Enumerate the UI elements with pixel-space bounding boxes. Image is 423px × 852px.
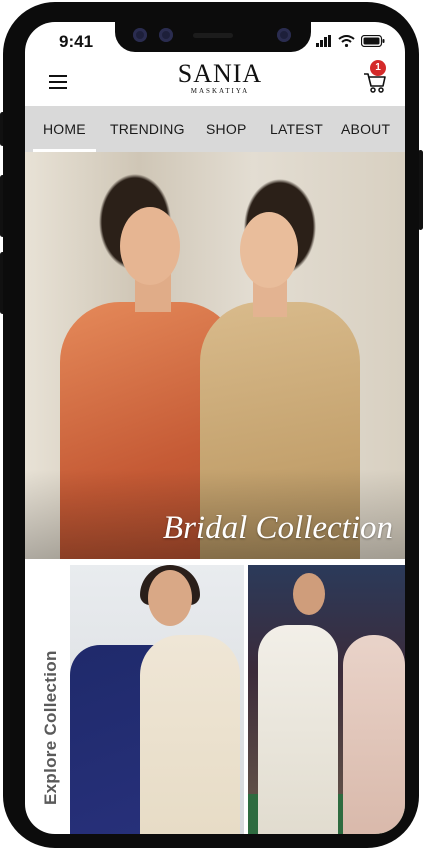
- status-time: 9:41: [59, 32, 94, 51]
- main-nav: HOME TRENDING SHOP LATEST ABOUT: [25, 106, 405, 152]
- hero-model-face: [240, 212, 298, 288]
- hero-model-face: [120, 207, 180, 285]
- brand-name: SANIA: [177, 59, 263, 88]
- hero-banner[interactable]: Bridal Collection: [25, 152, 405, 559]
- signal-icon: [316, 35, 331, 47]
- cart-count-badge: 1: [370, 60, 386, 76]
- nav-item-home[interactable]: HOME: [43, 106, 86, 152]
- speaker-grille: [193, 33, 233, 38]
- explore-collection-label[interactable]: Explore Collection: [41, 650, 61, 805]
- status-icons: [316, 35, 385, 47]
- battery-icon: [361, 35, 385, 47]
- wifi-icon: [338, 35, 355, 47]
- app-screen: 9:41 SANIA MASKATIYA 1 HOME TRENDING SHO…: [25, 22, 405, 834]
- collection-tile[interactable]: [248, 565, 405, 834]
- brand-logo[interactable]: SANIA MASKATIYA: [175, 59, 265, 96]
- camera-icon: [133, 28, 147, 42]
- camera-icon: [159, 28, 173, 42]
- hero-caption: Bridal Collection: [162, 510, 393, 546]
- nav-item-shop[interactable]: SHOP: [206, 106, 246, 152]
- tile-image-face: [293, 573, 325, 615]
- hamburger-icon[interactable]: [49, 75, 67, 89]
- tile-image-bride: [343, 635, 405, 834]
- tile-image-dress: [140, 635, 240, 834]
- brand-subtitle: MASKATIYA: [190, 87, 250, 95]
- tile-image-groom: [258, 625, 338, 834]
- phone-frame: 9:41 SANIA MASKATIYA 1 HOME TRENDING SHO…: [3, 2, 419, 848]
- notch: [115, 20, 311, 52]
- collection-tile[interactable]: [70, 565, 244, 834]
- camera-icon: [277, 28, 291, 42]
- nav-item-trending[interactable]: TRENDING: [110, 106, 185, 152]
- nav-item-about[interactable]: ABOUT: [341, 106, 390, 152]
- tile-image-face: [148, 570, 192, 626]
- nav-item-latest[interactable]: LATEST: [270, 106, 323, 152]
